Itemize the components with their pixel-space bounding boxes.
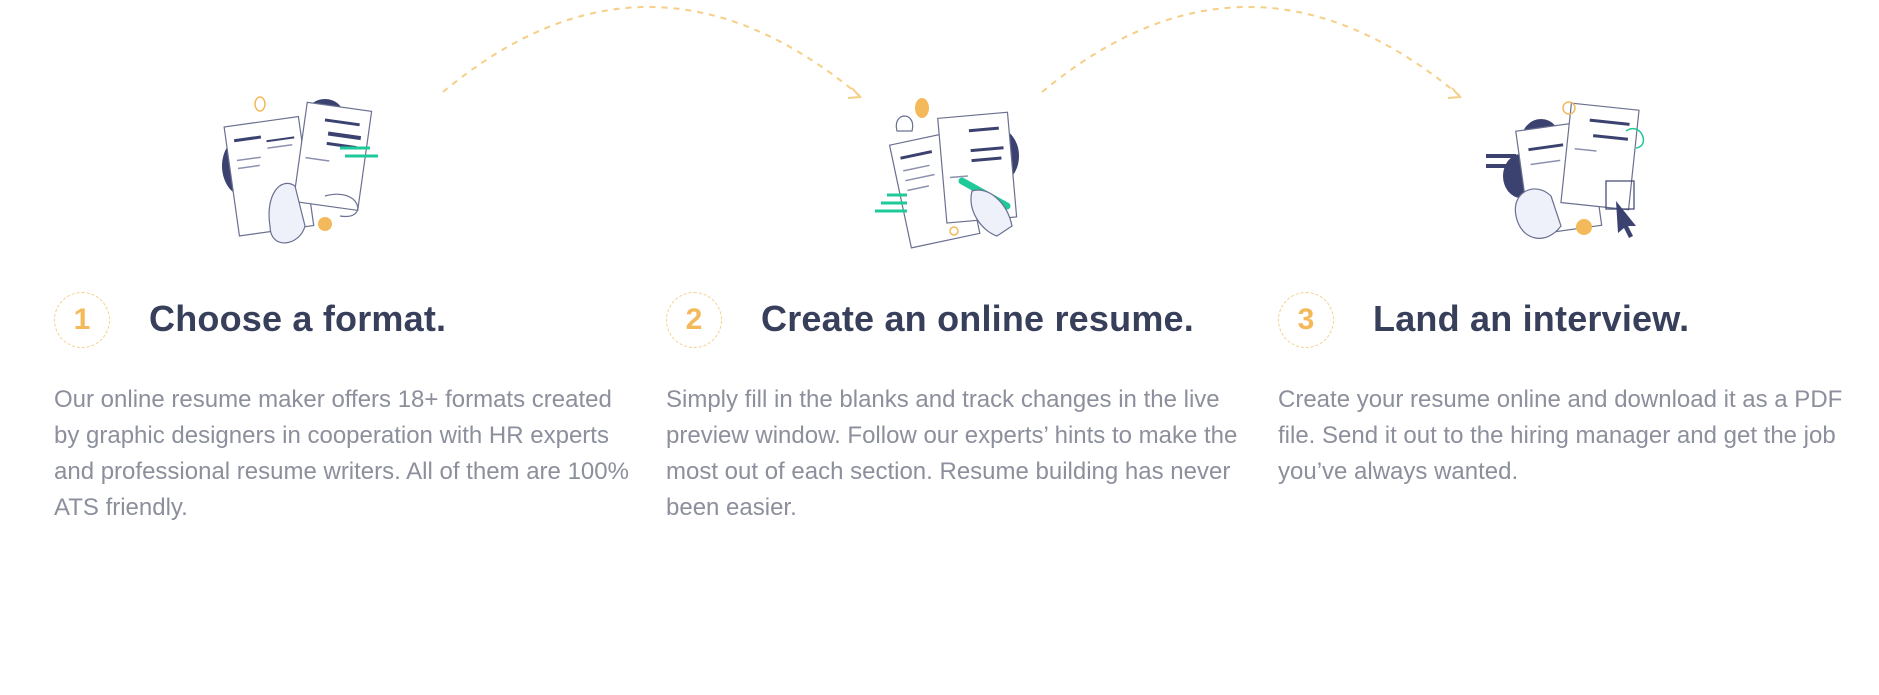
step-number-badge: 3 bbox=[1278, 292, 1334, 348]
step-title: Create an online resume. bbox=[761, 298, 1194, 339]
step-number-badge: 2 bbox=[666, 292, 722, 348]
step-1: 1 Choose a format. Our online resume mak… bbox=[0, 0, 629, 695]
step-description: Simply fill in the blanks and track chan… bbox=[666, 386, 1238, 521]
step-description: Our online resume maker offers 18+ forma… bbox=[54, 386, 629, 521]
step-2: 2 Create an online resume. Simply fill i… bbox=[612, 0, 1237, 695]
resume-download-cursor-icon bbox=[1486, 101, 1645, 239]
step-3: 3 Land an interview. Create your resume … bbox=[1224, 0, 1842, 695]
resume-templates-hand-icon bbox=[222, 96, 378, 244]
step-description: Create your resume online and download i… bbox=[1278, 386, 1843, 485]
step-title: Choose a format. bbox=[149, 298, 447, 339]
resume-pen-writing-icon bbox=[875, 98, 1019, 249]
step-title: Land an interview. bbox=[1373, 298, 1690, 339]
step-number-badge: 1 bbox=[54, 292, 110, 348]
